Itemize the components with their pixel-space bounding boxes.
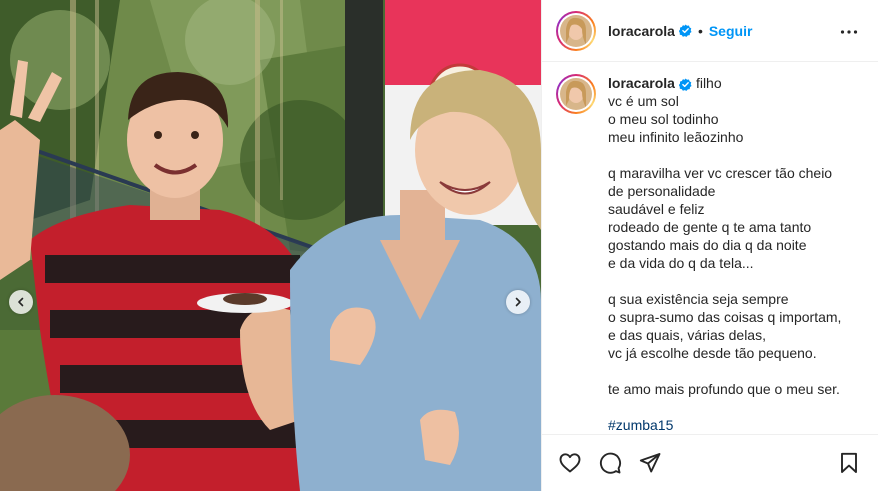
caption-lines: vc é um sol o meu sol todinho meu infinito…	[608, 92, 841, 434]
caption-line: gostando mais do dia q da noite	[608, 237, 807, 253]
caption-first-line: filho	[695, 75, 722, 91]
caption-line: o supra-sumo das coisas q importam,	[608, 309, 842, 325]
carousel-next-button[interactable]	[506, 290, 530, 314]
caption-avatar-image	[560, 78, 592, 110]
photo-scene	[0, 0, 541, 491]
verified-badge-icon	[678, 24, 692, 37]
caption-line: saudável e feliz	[608, 201, 705, 217]
instagram-post: loracarola • Seguir loracarola filho vc …	[0, 0, 878, 491]
caption-line: vc é um sol	[608, 93, 679, 109]
post-header: loracarola • Seguir	[542, 0, 878, 62]
caption-line	[608, 272, 841, 290]
avatar-image	[560, 14, 592, 47]
caption-line: e das quais, várias delas,	[608, 327, 766, 343]
comment-icon[interactable]	[598, 451, 622, 475]
heart-icon[interactable]	[558, 451, 582, 475]
hashtag-link[interactable]: #zumba15	[608, 416, 841, 434]
separator-dot: •	[697, 22, 703, 39]
verified-badge-icon	[678, 78, 692, 91]
post-side-panel: loracarola • Seguir loracarola filho vc …	[541, 0, 878, 491]
avatar[interactable]	[556, 10, 596, 51]
caption-line: e da vida do q da tela...	[608, 255, 754, 271]
caption-line: o meu sol todinho	[608, 111, 719, 127]
caption-line: q sua existência seja sempre	[608, 291, 789, 307]
caption-line: de personalidade	[608, 183, 716, 199]
caption-line: rodeado de gente q te ama tanto	[608, 219, 812, 235]
carousel-prev-button[interactable]	[9, 290, 33, 314]
caption-username[interactable]: loracarola	[608, 75, 675, 91]
caption-line: vc já escolhe desde tão pequeno.	[608, 345, 817, 361]
caption-line: q maravilha ver vc crescer tão cheio	[608, 165, 833, 181]
header-username[interactable]: loracarola	[608, 23, 675, 39]
chevron-left-icon	[18, 297, 24, 307]
post-photo[interactable]	[0, 0, 541, 491]
caption-line: te amo mais profundo que o meu ser.	[608, 381, 840, 397]
more-options-button[interactable]	[839, 22, 859, 47]
chevron-right-icon	[515, 297, 521, 307]
caption-line	[608, 362, 841, 380]
share-icon[interactable]	[638, 451, 662, 475]
follow-button[interactable]: Seguir	[709, 23, 753, 39]
caption-body: loracarola filho vc é um sol o meu sol to…	[608, 74, 841, 434]
caption-line	[608, 146, 841, 164]
caption-avatar[interactable]	[556, 74, 596, 114]
caption-comment: loracarola filho vc é um sol o meu sol to…	[556, 74, 872, 434]
caption-line	[608, 398, 841, 416]
bookmark-icon[interactable]	[837, 451, 861, 475]
action-bar	[542, 434, 878, 491]
more-options-icon	[840, 30, 858, 34]
caption-line: meu infinito leãozinho	[608, 129, 744, 145]
